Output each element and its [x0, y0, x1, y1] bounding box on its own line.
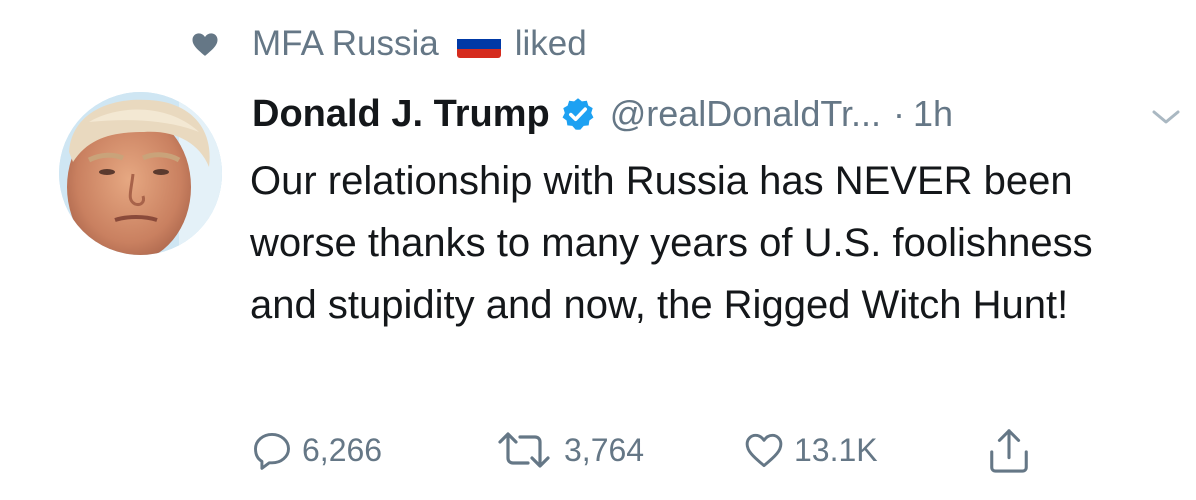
verified-badge-icon [562, 98, 594, 130]
retweet-icon [498, 432, 550, 468]
avatar-portrait-icon [59, 92, 222, 255]
share-button[interactable] [986, 420, 1032, 480]
tweet-actions: 6,266 3,764 13.1K [0, 420, 1196, 480]
retweet-button[interactable]: 3,764 [492, 420, 644, 480]
retweet-count: 3,764 [564, 431, 645, 468]
heart-outline-icon [745, 433, 783, 468]
russia-flag-icon [456, 30, 501, 58]
reply-count: 6,266 [302, 431, 383, 468]
timestamp[interactable]: 1h [913, 93, 953, 135]
chevron-down-icon[interactable] [1150, 106, 1182, 128]
tweet-text: Our relationship with Russia has NEVER b… [250, 159, 1093, 327]
heart-icon [192, 33, 218, 56]
social-context: MFA Russia liked [190, 20, 587, 68]
like-button[interactable]: 13.1K [742, 420, 878, 480]
context-action: liked [514, 24, 587, 63]
share-icon [990, 429, 1028, 473]
tweet-header: Donald J. Trump @realDonaldTr... · 1h [252, 86, 953, 142]
like-count: 13.1K [794, 431, 878, 468]
separator-dot: · [893, 93, 906, 134]
liker-name[interactable]: MFA Russia [252, 24, 439, 64]
display-name[interactable]: Donald J. Trump [252, 93, 550, 136]
reply-icon [254, 432, 290, 470]
avatar[interactable] [59, 92, 222, 255]
reply-button[interactable]: 6,266 [250, 420, 382, 480]
user-handle[interactable]: @realDonaldTr... [610, 93, 881, 135]
